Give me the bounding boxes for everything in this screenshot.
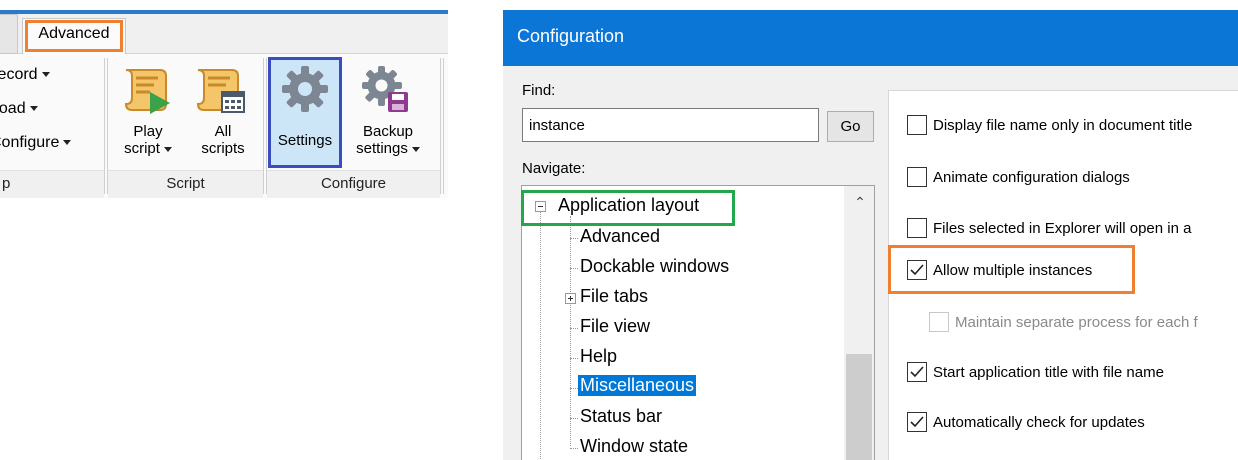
- option-explorer-open: Files selected in Explorer will open in …: [933, 220, 1192, 237]
- option-separate-process: Maintain separate process for each f: [955, 314, 1198, 331]
- tree-branch: [570, 238, 578, 239]
- load-menu-label: Load: [0, 100, 26, 117]
- tab-advanced[interactable]: Advanced: [25, 20, 123, 52]
- play-script-label-1: Play: [133, 123, 163, 140]
- option-start-title-file-name: Start application title with file name: [933, 364, 1164, 381]
- checkbox-display-file-name[interactable]: [907, 115, 927, 135]
- dialog-title: Configuration: [517, 26, 625, 46]
- find-label: Find:: [522, 82, 556, 99]
- find-input[interactable]: [522, 108, 819, 142]
- ribbon: Advanced Record Load Configure Play scri…: [0, 0, 448, 198]
- record-menu-label: Record: [0, 66, 38, 83]
- option-check-updates: Automatically check for updates: [933, 414, 1145, 431]
- configure-menu[interactable]: Configure: [0, 134, 72, 152]
- tree-item-window-state[interactable]: Window state: [580, 436, 688, 457]
- tree-item-file-tabs[interactable]: File tabs: [580, 286, 648, 307]
- checkbox-separate-process: [929, 312, 949, 332]
- configure-menu-label: Configure: [0, 134, 60, 151]
- backup-settings-label-2: settings: [356, 140, 408, 157]
- tree-branch: [570, 388, 578, 389]
- navigate-label: Navigate:: [522, 160, 586, 177]
- tree-item-advanced[interactable]: Advanced: [580, 226, 660, 247]
- application-layout-highlight: [521, 190, 735, 226]
- expand-icon[interactable]: [565, 293, 576, 304]
- tree-item-help[interactable]: Help: [580, 346, 617, 367]
- all-scripts-icon[interactable]: [196, 64, 246, 119]
- caret-down-icon: [411, 146, 420, 152]
- tree-item-file-view[interactable]: File view: [580, 316, 650, 337]
- option-display-file-name: Display file name only in document title: [933, 117, 1193, 134]
- allow-multiple-instances-highlight: [888, 245, 1135, 294]
- tree-branch: [570, 358, 578, 359]
- caret-down-icon: [41, 72, 50, 78]
- caret-down-icon: [29, 106, 38, 112]
- all-scripts-label-2: scripts: [201, 140, 245, 157]
- tree-branch: [570, 418, 578, 419]
- group-label-first: p: [0, 170, 104, 198]
- checkbox-check-updates[interactable]: [907, 412, 927, 432]
- record-menu[interactable]: Record: [0, 66, 50, 84]
- play-script-label-2: script: [124, 140, 160, 157]
- option-animate-dialogs: Animate configuration dialogs: [933, 169, 1130, 186]
- configuration-dialog: Configuration Find: Go Navigate: Applica…: [503, 10, 1238, 460]
- tree-branch: [570, 268, 578, 269]
- tree-item-miscellaneous[interactable]: Miscellaneous: [578, 375, 697, 396]
- tree-item-status-bar[interactable]: Status bar: [580, 406, 662, 427]
- all-scripts-label-1: All: [214, 123, 232, 140]
- tree-guide-line: [570, 216, 571, 446]
- tree-branch: [570, 448, 578, 449]
- tree-guide-line: [540, 212, 541, 460]
- checkbox-start-title-file-name[interactable]: [907, 362, 927, 382]
- backup-settings-button[interactable]: Backup settings: [346, 123, 430, 157]
- all-scripts-button[interactable]: All scripts: [190, 123, 256, 157]
- scroll-up-arrow-icon[interactable]: ⌃: [844, 194, 874, 214]
- checkmark-icon: [910, 366, 924, 378]
- tree-item-dockable-windows[interactable]: Dockable windows: [580, 256, 729, 277]
- tab-previous[interactable]: [0, 14, 18, 54]
- load-menu[interactable]: Load: [0, 100, 38, 118]
- settings-gear-icon: [280, 64, 330, 119]
- checkmark-icon: [910, 416, 924, 428]
- caret-down-icon: [163, 146, 172, 152]
- play-script-icon[interactable]: [124, 64, 174, 119]
- go-button[interactable]: Go: [827, 111, 874, 142]
- group-label-script: Script: [108, 170, 263, 198]
- tree-scrollbar[interactable]: ⌃: [844, 186, 874, 460]
- caret-down-icon: [63, 140, 72, 146]
- settings-label: Settings: [277, 132, 333, 149]
- backup-settings-label-1: Backup: [362, 123, 414, 140]
- navigate-tree[interactable]: Application layout Advanced Dockable win…: [521, 185, 875, 460]
- backup-settings-icon[interactable]: [360, 64, 410, 119]
- group-separator: [440, 58, 444, 194]
- checkbox-animate-dialogs[interactable]: [907, 167, 927, 187]
- scroll-thumb[interactable]: [846, 354, 872, 460]
- play-script-button[interactable]: Play script: [118, 123, 178, 157]
- tree-branch: [570, 328, 578, 329]
- checkbox-explorer-open[interactable]: [907, 218, 927, 238]
- group-label-configure: Configure: [267, 170, 440, 198]
